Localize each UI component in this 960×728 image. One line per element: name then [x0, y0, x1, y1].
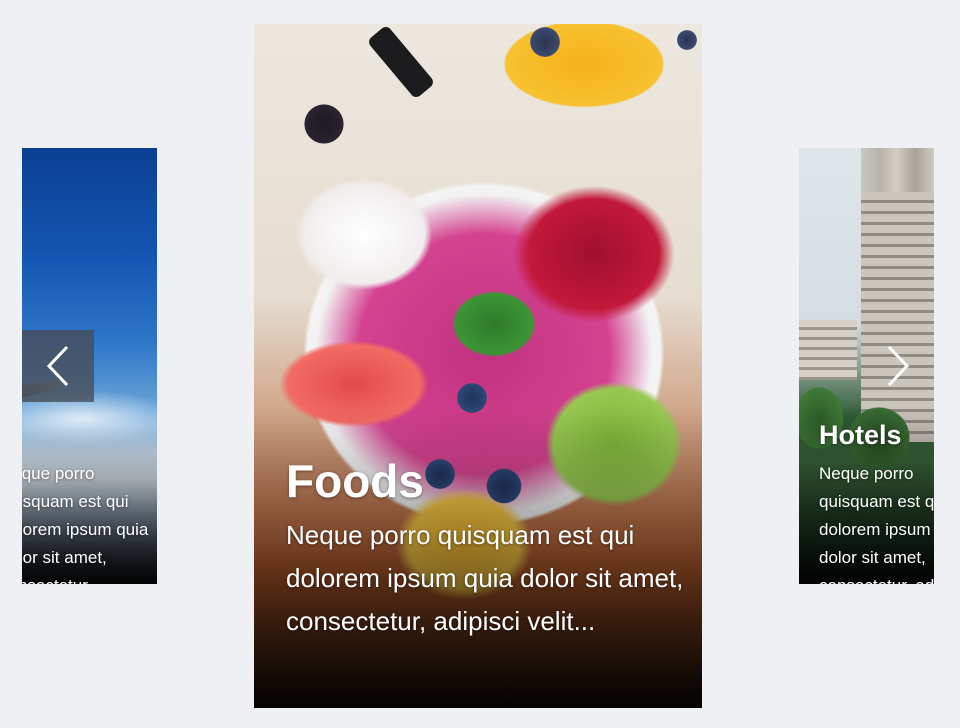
card-title: Foods [286, 455, 424, 507]
chevron-right-icon [887, 345, 910, 387]
card-description: Neque porro quisquam est qui dolorem ips… [819, 464, 934, 584]
carousel-prev-button[interactable] [22, 330, 94, 402]
card-description: Neque porro quisquam est qui dolorem ips… [22, 464, 149, 584]
card-title: Hotels [819, 420, 902, 450]
chevron-left-icon [46, 345, 69, 387]
carousel-next-button[interactable] [862, 330, 934, 402]
card-description: Neque porro quisquam est qui dolorem ips… [286, 520, 684, 636]
carousel-card-foods[interactable]: Foods Neque porro quisquam est qui dolor… [254, 24, 702, 708]
